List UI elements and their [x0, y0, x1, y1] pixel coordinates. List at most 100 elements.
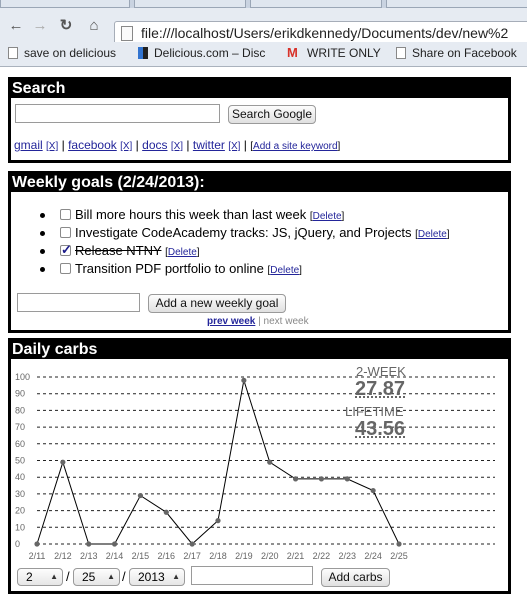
- link-docs[interactable]: docs: [142, 138, 167, 152]
- prev-week-link[interactable]: prev week: [207, 316, 255, 327]
- x-tick-label: 2/25: [390, 551, 408, 561]
- goals-title: Weekly goals (2/24/2013):: [11, 174, 508, 192]
- x-tick-label: 2/13: [80, 551, 98, 561]
- data-point: [60, 459, 66, 465]
- data-point: [344, 476, 350, 482]
- forward-icon[interactable]: →: [32, 18, 48, 34]
- bookmark-share-facebook[interactable]: Share on Facebook: [396, 46, 517, 60]
- data-point: [215, 518, 221, 524]
- day-value: 25: [82, 570, 96, 584]
- week-nav: prev week | next week: [207, 316, 309, 327]
- search-title: Search: [11, 80, 508, 98]
- url-text: file:///localhost/Users/erikdkennedy/Doc…: [141, 25, 509, 41]
- lifetime-value: 43.56: [355, 418, 406, 440]
- x-tick-label: 2/12: [54, 551, 72, 561]
- bookmark-save-on-delicious[interactable]: save on delicious: [8, 46, 116, 60]
- goal-text: Bill more hours this week than last week: [75, 207, 307, 222]
- y-tick-label: 100: [15, 372, 30, 382]
- x-tick-label: 2/15: [132, 551, 150, 561]
- tab-4[interactable]: [386, 0, 527, 8]
- goal-checkbox[interactable]: [60, 209, 71, 220]
- reload-icon[interactable]: ↻: [58, 18, 74, 34]
- back-icon[interactable]: ←: [8, 18, 24, 34]
- link-facebook[interactable]: facebook: [68, 138, 117, 152]
- y-tick-label: 70: [15, 422, 25, 432]
- x-tick-label: 2/24: [364, 551, 382, 561]
- chevron-updown-icon: ▲: [172, 572, 180, 581]
- add-carbs-button[interactable]: Add carbs: [321, 568, 390, 587]
- weekly-goals-panel: Weekly goals (2/24/2013): Bill more hour…: [8, 171, 511, 333]
- remove-facebook[interactable]: [X]: [120, 141, 132, 152]
- bookmark-write-only[interactable]: M WRITE ONLY: [287, 46, 381, 60]
- bookmark-label: Delicious.com – Disc: [154, 46, 266, 60]
- search-google-button[interactable]: Search Google: [228, 105, 316, 124]
- y-tick-label: 80: [15, 405, 25, 415]
- year-value: 2013: [138, 570, 165, 584]
- tab-2[interactable]: [134, 0, 246, 8]
- data-point: [86, 541, 92, 547]
- add-site-keyword-link[interactable]: Add a site keyword: [253, 141, 338, 152]
- page-icon: [8, 47, 18, 59]
- search-panel: Search Search Google gmail [X] | faceboo…: [8, 77, 511, 163]
- bookmarks-bar: save on delicious Delicious.com – Disc M…: [0, 42, 527, 67]
- remove-twitter[interactable]: [X]: [228, 141, 240, 152]
- x-tick-label: 2/11: [29, 551, 46, 561]
- link-twitter[interactable]: twitter: [193, 138, 225, 152]
- data-point: [189, 541, 195, 547]
- chevron-updown-icon: ▲: [50, 572, 58, 581]
- delete-goal-link[interactable]: Delete: [418, 229, 447, 240]
- month-value: 2: [26, 570, 33, 584]
- remove-docs[interactable]: [X]: [171, 141, 183, 152]
- date-sep: /: [66, 569, 70, 584]
- carbs-title: Daily carbs: [11, 341, 508, 359]
- y-tick-label: 0: [15, 539, 20, 549]
- page-icon: [396, 47, 406, 59]
- bookmark-label: Share on Facebook: [412, 46, 517, 60]
- remove-gmail[interactable]: [X]: [46, 141, 58, 152]
- y-tick-label: 90: [15, 389, 25, 399]
- add-weekly-goal-button[interactable]: Add a new weekly goal: [148, 294, 286, 313]
- goal-checkbox[interactable]: [60, 227, 71, 238]
- delete-goal-link[interactable]: Delete: [270, 265, 299, 276]
- page-icon: [121, 26, 133, 41]
- delicious-icon: [138, 47, 148, 59]
- month-select[interactable]: 2 ▲: [17, 568, 63, 586]
- y-tick-label: 30: [15, 489, 25, 499]
- link-gmail[interactable]: gmail: [14, 138, 43, 152]
- goal-text: Transition PDF portfolio to online: [75, 261, 264, 276]
- next-week-text: next week: [263, 316, 309, 327]
- x-tick-label: 2/23: [339, 551, 357, 561]
- data-point: [267, 459, 273, 465]
- data-point: [396, 541, 402, 547]
- y-tick-label: 50: [15, 456, 25, 466]
- carbs-chart: 0 10 20 30 40 50 60 70 80 90 100 2/11 2/12 2/13 2/14 2…: [15, 372, 495, 561]
- x-tick-label: 2/22: [313, 551, 331, 561]
- day-select[interactable]: 25 ▲: [73, 568, 120, 586]
- carbs-amount-input[interactable]: [191, 566, 313, 585]
- goal-checkbox[interactable]: [60, 263, 71, 274]
- date-sep: /: [122, 569, 126, 584]
- y-tick-label: 10: [15, 522, 25, 532]
- tab-strip: [0, 0, 527, 8]
- bookmark-label: save on delicious: [24, 46, 117, 60]
- tab-1[interactable]: [0, 0, 130, 8]
- chevron-updown-icon: ▲: [107, 572, 115, 581]
- x-tick-label: 2/19: [235, 551, 253, 561]
- data-point: [292, 476, 299, 482]
- y-tick-label: 60: [15, 439, 25, 449]
- delete-goal-link[interactable]: Delete: [168, 247, 197, 258]
- delete-goal-link[interactable]: Delete: [313, 211, 342, 222]
- search-input[interactable]: [15, 104, 220, 123]
- data-point: [34, 541, 40, 547]
- new-goal-input[interactable]: [17, 293, 140, 312]
- bookmark-delicious[interactable]: Delicious.com – Disc: [138, 46, 265, 60]
- two-week-label: 2-WEEK: [356, 364, 406, 379]
- year-select[interactable]: 2013 ▲: [129, 568, 185, 586]
- home-icon[interactable]: ⌂: [86, 18, 102, 34]
- y-tick-label: 20: [15, 506, 25, 516]
- tab-3[interactable]: [250, 0, 382, 8]
- gmail-icon: M: [287, 45, 298, 60]
- goal-checkbox[interactable]: [60, 242, 72, 258]
- data-point: [318, 476, 325, 482]
- bookmark-label: WRITE ONLY: [307, 46, 381, 60]
